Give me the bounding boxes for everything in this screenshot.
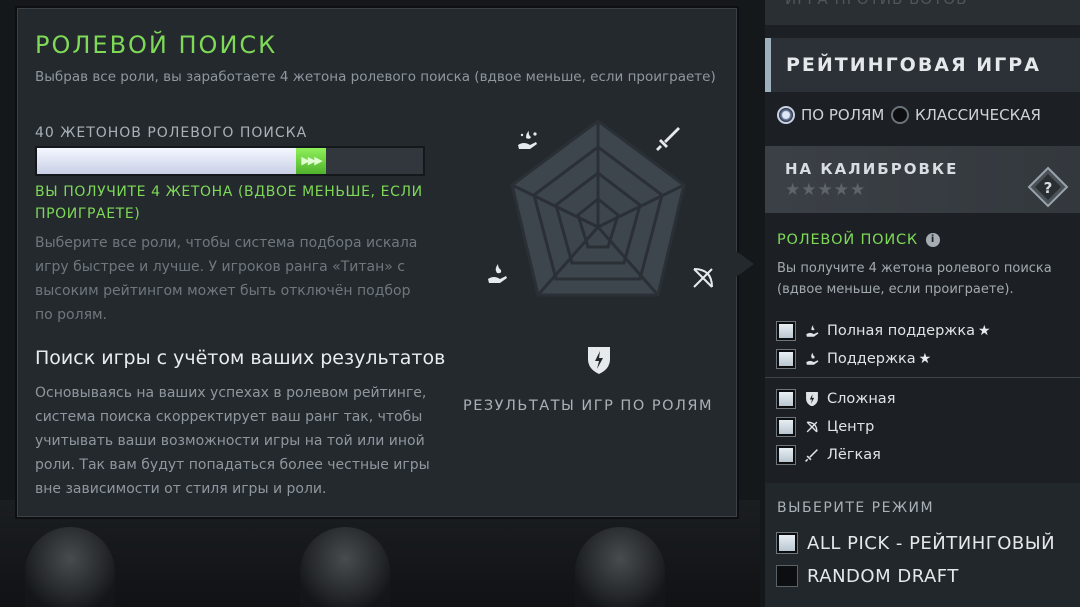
checkbox[interactable] — [776, 349, 796, 369]
game-mode-all-pick[interactable]: ALL PICK - РЕЙТИНГОВЫЙ — [776, 531, 1056, 555]
checkbox[interactable] — [776, 565, 798, 587]
token-gain-text: ВЫ ПОЛУЧИТЕ 4 ЖЕТОНА (ВДВОЕ МЕНЬШЕ, ЕСЛИ… — [35, 184, 423, 222]
role-checkbox-mid[interactable]: Центр — [776, 416, 875, 438]
role-label: Центр — [827, 419, 875, 435]
token-progress-fill — [37, 148, 296, 174]
role-search-title-text: РОЛЕВОЙ ПОИСК — [777, 232, 919, 248]
mid-bow-icon — [693, 268, 713, 288]
mode-radio-classic[interactable]: КЛАССИЧЕСКАЯ — [891, 103, 1041, 127]
game-mode-section: ВЫБЕРИТЕ РЕЖИМ ALL PICK - РЕЙТИНГОВЫЙ RA… — [765, 483, 1080, 607]
info-icon[interactable]: i — [926, 233, 941, 247]
support-hand-icon — [488, 264, 507, 283]
tooltip-subtitle: Выбрав все роли, вы заработаете 4 жетона… — [35, 69, 716, 85]
token-progress-bar: ▶▶▶ — [35, 146, 425, 176]
rank-badge-icon: ? — [1027, 166, 1069, 208]
bot-match-tab[interactable]: ИГРА ПРОТИВ БОТОВ — [765, 0, 1080, 25]
role-checkbox-support[interactable]: Поддержка ★ — [776, 348, 932, 370]
mode-radio-by-roles[interactable]: ПО РОЛЯМ — [777, 103, 884, 127]
ranked-match-title: РЕЙТИНГОВАЯ ИГРА — [786, 54, 1041, 76]
tokens-label: 40 ЖЕТОНОВ РОЛЕВОГО ПОИСКА — [35, 125, 308, 141]
divider — [765, 377, 1080, 378]
offlane-shield-icon — [588, 347, 610, 374]
hero-silhouette-2 — [300, 527, 390, 607]
game-mode-random-draft[interactable]: RANDOM DRAFT — [776, 564, 959, 588]
checkbox[interactable] — [776, 445, 796, 465]
tooltip-pointer — [736, 251, 754, 277]
checkbox[interactable] — [776, 321, 796, 341]
calibration-stars: ★★★★★ — [785, 180, 867, 200]
support-hand-icon — [806, 352, 819, 365]
calibration-title: НА КАЛИБРОВКЕ — [785, 160, 959, 178]
game-mode-label: RANDOM DRAFT — [807, 565, 959, 587]
hard-support-icon — [518, 131, 537, 149]
carry-sword-icon — [805, 449, 818, 462]
checkbox[interactable] — [776, 389, 796, 409]
calibration-box: НА КАЛИБРОВКЕ ★★★★★ ? — [765, 146, 1080, 213]
hero-silhouette-1 — [25, 527, 115, 607]
game-mode-label: ALL PICK - РЕЙТИНГОВЫЙ — [807, 532, 1056, 554]
ranked-match-header[interactable]: РЕЙТИНГОВАЯ ИГРА — [765, 38, 1080, 92]
checkbox[interactable] — [776, 417, 796, 437]
tooltip-heading: Поиск игры с учётом ваших результатов — [35, 347, 446, 369]
role-radar-chart — [458, 107, 738, 387]
tooltip-heading-text: Основываясь на ваших успехах в ролевом р… — [35, 385, 430, 497]
game-mode-header: ВЫБЕРИТЕ РЕЖИМ — [777, 500, 935, 516]
role-search-subtitle: Вы получите 4 жетона ролевого поиска (вд… — [777, 261, 1052, 297]
token-gain-fill: ▶▶▶ — [295, 148, 327, 174]
mode-radio-label: КЛАССИЧЕСКАЯ — [915, 106, 1041, 124]
star-icon: ★ — [977, 323, 991, 339]
role-checkbox-hard-support[interactable]: Полная поддержка ★ — [776, 320, 991, 342]
role-search-tooltip: РОЛЕВОЙ ПОИСК Выбрав все роли, вы зарабо… — [17, 8, 737, 517]
star-icon: ★ — [918, 351, 932, 367]
mid-bow-icon — [806, 421, 818, 433]
tooltip-title: РОЛЕВОЙ ПОИСК — [35, 31, 278, 59]
role-search-title: РОЛЕВОЙ ПОИСК i — [777, 232, 941, 248]
right-panel: ИГРА ПРОТИВ БОТОВ РЕЙТИНГОВАЯ ИГРА ПО РО… — [765, 0, 1080, 607]
radar-caption: РЕЗУЛЬТАТЫ ИГР ПО РОЛЯМ — [462, 398, 714, 414]
role-checkbox-carry[interactable]: Лёгкая — [776, 444, 881, 466]
svg-text:?: ? — [1044, 179, 1053, 197]
tooltip-description: Выберите все роли, чтобы система подбора… — [35, 235, 418, 323]
mode-radio-label: ПО РОЛЯМ — [801, 106, 885, 124]
role-label: Поддержка — [827, 351, 916, 367]
hero-silhouette-3 — [575, 527, 665, 607]
bot-match-label: ИГРА ПРОТИВ БОТОВ — [785, 0, 967, 8]
offlane-shield-icon — [806, 392, 818, 406]
hard-support-icon — [806, 325, 819, 337]
radio-button-selected[interactable] — [777, 106, 795, 124]
radio-button[interactable] — [891, 106, 909, 124]
role-label: Сложная — [827, 391, 896, 407]
role-checkbox-offlane[interactable]: Сложная — [776, 388, 896, 410]
carry-sword-icon — [656, 127, 680, 151]
role-label: Лёгкая — [827, 447, 881, 463]
role-label: Полная поддержка — [827, 323, 975, 339]
checkbox[interactable] — [776, 532, 798, 554]
